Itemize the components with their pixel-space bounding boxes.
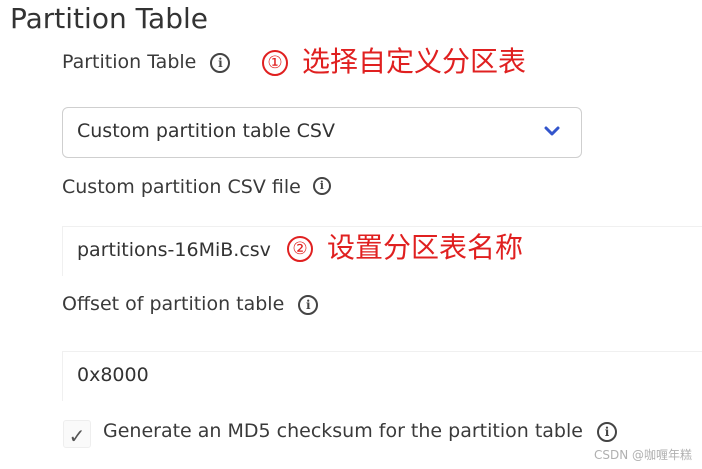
annotation-2: ② 设置分区表名称 [287,230,523,266]
annotation-1-number: ① [262,50,288,76]
checkmark-icon: ✓ [68,424,86,448]
annotation-2-number: ② [287,236,313,262]
chevron-down-icon[interactable] [543,122,561,140]
md5-checkbox[interactable]: ✓ [63,420,91,448]
info-icon[interactable]: i [210,52,231,73]
md5-label: Generate an MD5 checksum for the partiti… [103,420,583,442]
watermark: CSDN @咖喱年糕 [593,448,692,462]
md5-label-row: Generate an MD5 checksum for the partiti… [103,418,618,444]
csv-file-label: Custom partition CSV file [62,176,301,198]
csv-file-value: partitions-16MiB.csv [77,239,271,261]
annotation-2-text: 设置分区表名称 [327,231,524,264]
info-icon[interactable]: i [597,421,618,442]
offset-label-row: Offset of partition table i [62,291,319,317]
info-icon[interactable]: i [298,294,319,315]
info-icon[interactable]: i [312,177,331,195]
partition-table-select[interactable]: Custom partition table CSV [62,107,582,158]
partition-table-selected-value: Custom partition table CSV [77,120,335,142]
annotation-1-text: 选择自定义分区表 [302,45,527,78]
offset-input[interactable]: 0x8000 [62,351,702,401]
section-title: Partition Table [10,2,208,35]
partition-table-label-row: Partition Table i [62,49,231,75]
offset-label: Offset of partition table [62,293,285,315]
partition-table-label: Partition Table [62,51,197,73]
offset-value: 0x8000 [77,364,149,386]
csv-file-label-row: Custom partition CSV file i [62,174,331,200]
annotation-1: ① 选择自定义分区表 [262,44,526,80]
